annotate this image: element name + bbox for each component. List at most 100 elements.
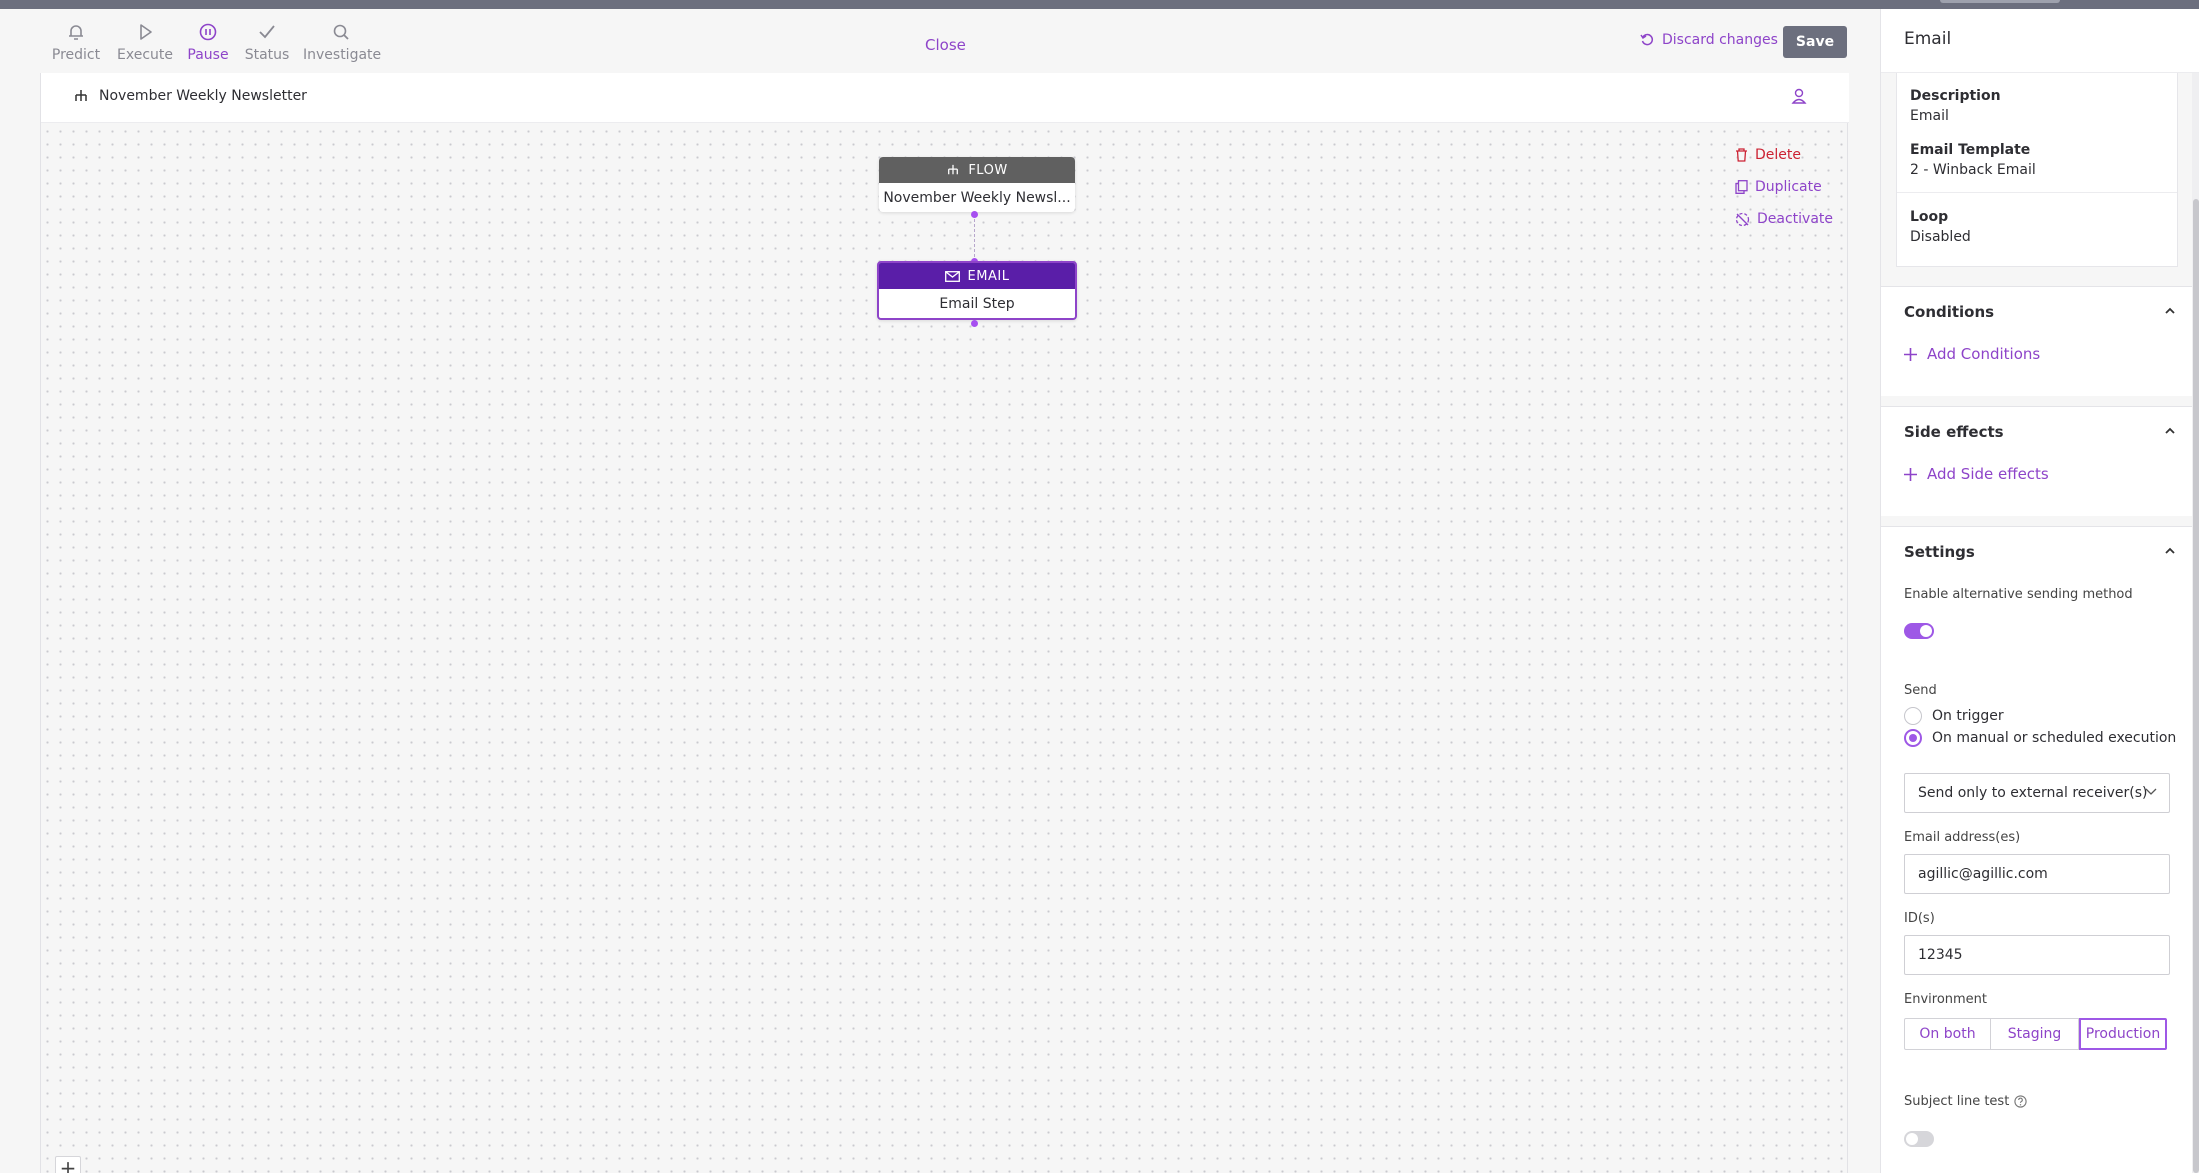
- details-card: Description Email Email Template 2 - Win…: [1896, 73, 2178, 267]
- copy-icon: [1735, 180, 1748, 194]
- chevron-up-icon[interactable]: [2164, 307, 2176, 315]
- send-on-trigger-option[interactable]: On trigger: [1904, 707, 2004, 725]
- toggle-knob: [1906, 1133, 1918, 1145]
- duplicate-label: Duplicate: [1755, 179, 1822, 195]
- settings-section: Settings Enable alternative sending meth…: [1881, 526, 2192, 1173]
- status-label: Status: [244, 47, 290, 63]
- ids-input[interactable]: [1904, 935, 2170, 975]
- subject-test-toggle[interactable]: [1904, 1131, 1934, 1147]
- email-input[interactable]: [1904, 854, 2170, 894]
- flow-icon: [948, 164, 959, 175]
- pause-label: Pause: [187, 47, 229, 63]
- email-node-header: EMAIL: [879, 263, 1075, 289]
- alt-method-label: Enable alternative sending method: [1904, 587, 2133, 602]
- panel-title: Email: [1881, 9, 2199, 73]
- save-button[interactable]: Save: [1783, 26, 1847, 58]
- flow-title-text: November Weekly Newsletter: [99, 88, 307, 104]
- top-strip-handle: [1940, 0, 2060, 3]
- panel-scrollbar[interactable]: [2192, 73, 2199, 1173]
- email-label: Email address(es): [1904, 830, 2021, 845]
- conditions-section: Conditions Add Conditions: [1881, 286, 2192, 396]
- flow-title: November Weekly Newsletter: [73, 88, 307, 104]
- pause-tool[interactable]: Pause: [185, 21, 231, 63]
- environment-selector: On both Staging Production: [1904, 1018, 2167, 1050]
- pause-icon: [199, 23, 217, 41]
- plus-icon: [1904, 347, 1917, 361]
- toolbar: Predict Execute Pause Status Investigate…: [40, 9, 1848, 73]
- chevron-up-icon[interactable]: [2164, 547, 2176, 555]
- flow-node-header: FLOW: [879, 157, 1075, 183]
- environment-on-both[interactable]: On both: [1904, 1018, 1991, 1050]
- predict-label: Predict: [51, 47, 101, 63]
- flow-node[interactable]: FLOW November Weekly Newsl...: [879, 157, 1075, 212]
- receiver-select-value: Send only to external receiver(s): [1918, 785, 2148, 801]
- add-side-effects-button[interactable]: Add Side effects: [1904, 465, 2049, 483]
- plus-icon: [1904, 467, 1917, 481]
- radio-on-trigger[interactable]: [1904, 707, 1922, 725]
- investigate-label: Investigate: [303, 47, 382, 63]
- add-conditions-label: Add Conditions: [1927, 345, 2041, 363]
- on-trigger-label: On trigger: [1932, 708, 2004, 724]
- email-node-output-port[interactable]: [971, 320, 978, 327]
- description-value: Email: [1910, 108, 1949, 124]
- subject-test-label: Subject line test: [1904, 1094, 2010, 1109]
- ids-label: ID(s): [1904, 911, 1935, 926]
- node-connector: [974, 214, 975, 262]
- description-group: Description Email: [1897, 73, 2177, 124]
- conditions-title: Conditions: [1904, 303, 1995, 321]
- environment-production[interactable]: Production: [2079, 1018, 2167, 1050]
- loop-label: Loop: [1910, 209, 1949, 225]
- radio-on-manual[interactable]: [1904, 729, 1922, 747]
- play-icon: [140, 24, 152, 40]
- user-icon[interactable]: [1791, 87, 1807, 105]
- discard-label: Discard changes: [1662, 32, 1778, 48]
- flow-node-name: November Weekly Newsl...: [883, 189, 1071, 206]
- subject-test-label-row: Subject line test: [1904, 1094, 2027, 1109]
- duplicate-button[interactable]: Duplicate: [1735, 171, 1833, 203]
- add-conditions-button[interactable]: Add Conditions: [1904, 345, 2040, 363]
- add-node-button[interactable]: +: [55, 1156, 81, 1173]
- predict-tool[interactable]: Predict: [51, 21, 101, 63]
- template-label: Email Template: [1910, 142, 2031, 158]
- email-node-type: EMAIL: [967, 268, 1010, 284]
- check-icon: [259, 25, 275, 39]
- alt-method-toggle[interactable]: [1904, 623, 1934, 639]
- send-on-manual-option[interactable]: On manual or scheduled execution: [1904, 729, 2176, 747]
- trash-icon: [1736, 148, 1747, 162]
- flow-canvas[interactable]: November Weekly Newsletter FLOW November…: [40, 73, 1849, 1173]
- settings-title: Settings: [1904, 543, 1975, 561]
- chevron-down-icon: [2145, 788, 2157, 795]
- properties-panel: Email Description Email Email Template 2…: [1880, 9, 2199, 1173]
- deactivate-icon: [1735, 212, 1750, 226]
- flow-node-output-port[interactable]: [971, 211, 978, 218]
- search-icon: [333, 24, 349, 40]
- environment-staging[interactable]: Staging: [1991, 1018, 2079, 1050]
- side-effects-title: Side effects: [1904, 423, 2004, 441]
- flow-node-type: FLOW: [968, 162, 1008, 178]
- environment-label: Environment: [1904, 992, 1988, 1007]
- deactivate-button[interactable]: Deactivate: [1735, 203, 1833, 235]
- scrollbar-thumb[interactable]: [2193, 199, 2199, 1173]
- close-link[interactable]: Close: [925, 36, 966, 54]
- status-tool[interactable]: Status: [243, 21, 291, 63]
- left-gutter: [0, 9, 40, 1173]
- template-group: Email Template 2 - Winback Email: [1897, 124, 2177, 192]
- loop-group: Loop Disabled: [1897, 193, 2177, 245]
- loop-value: Disabled: [1910, 229, 1971, 245]
- delete-button[interactable]: Delete: [1735, 139, 1833, 171]
- bell-icon: [69, 25, 83, 40]
- email-node-name: Email Step: [939, 295, 1015, 312]
- investigate-tool[interactable]: Investigate: [303, 21, 382, 63]
- undo-icon: [1640, 33, 1654, 46]
- email-node[interactable]: EMAIL Email Step: [877, 261, 1077, 320]
- help-icon[interactable]: [2014, 1095, 2027, 1108]
- on-manual-label: On manual or scheduled execution: [1932, 730, 2177, 746]
- chevron-up-icon[interactable]: [2164, 427, 2176, 435]
- envelope-icon: [944, 270, 960, 282]
- receiver-select[interactable]: Send only to external receiver(s): [1904, 773, 2170, 813]
- description-label: Description: [1910, 88, 2001, 104]
- discard-changes-button[interactable]: Discard changes: [1640, 32, 1778, 48]
- add-side-effects-label: Add Side effects: [1927, 465, 2049, 483]
- template-value: 2 - Winback Email: [1910, 162, 2036, 178]
- execute-tool[interactable]: Execute: [115, 21, 175, 63]
